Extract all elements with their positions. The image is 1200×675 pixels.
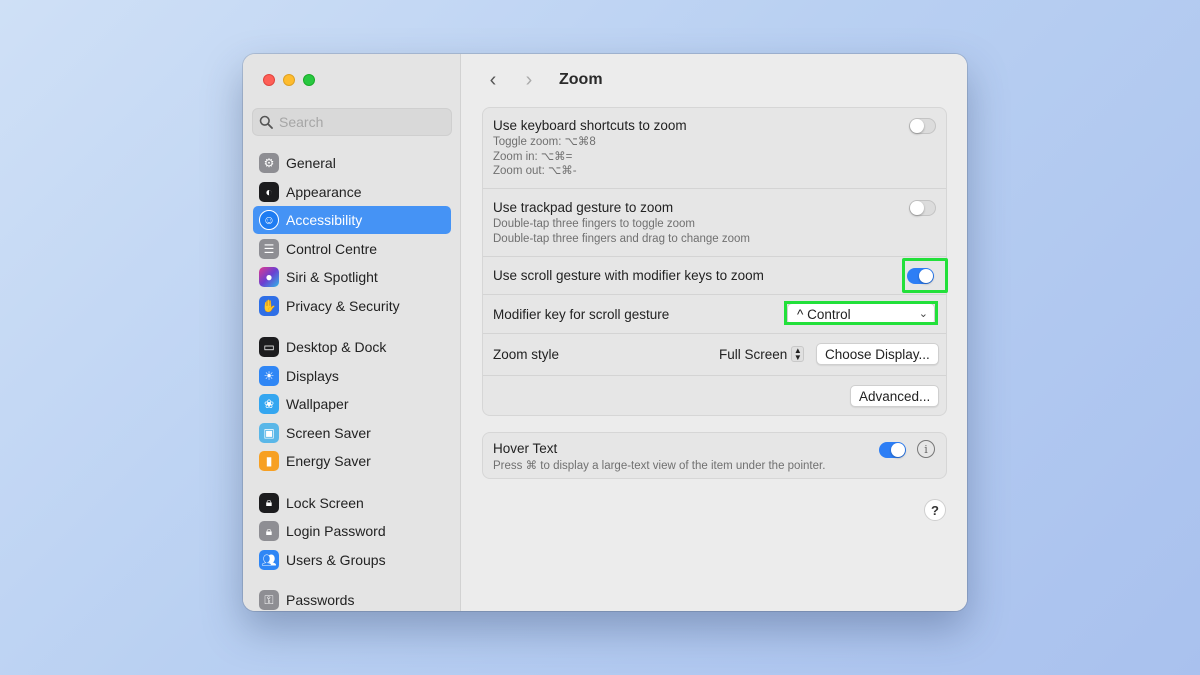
sidebar-item-label: General <box>286 155 336 171</box>
appearance-icon: ◐ <box>259 181 279 202</box>
zoom-in-shortcut: Zoom in: ⌥⌘= <box>493 150 573 163</box>
zoom-settings-card: Use keyboard shortcuts to zoom Toggle zo… <box>482 107 948 416</box>
sidebar-item-label: Wallpaper <box>286 396 349 412</box>
gear-icon: ⚙ <box>259 153 279 173</box>
sidebar-item-passwords[interactable]: ⚿ Passwords <box>253 586 451 611</box>
sidebar-nav: ⚙ General ◐ Appearance ☺ Accessibility ☰… <box>253 149 451 611</box>
advanced-button[interactable]: Advanced... <box>850 385 940 407</box>
hover-text-label: Hover Text <box>493 441 558 456</box>
dock-icon: ▭ <box>259 337 279 357</box>
sidebar-item-privacy-security[interactable]: ✋ Privacy & Security <box>253 292 451 320</box>
toggle-knob <box>910 119 924 133</box>
sidebar-item-desktop-dock[interactable]: ▭ Desktop & Dock <box>253 333 451 361</box>
sidebar-item-wallpaper[interactable]: ❀ Wallpaper <box>253 390 451 418</box>
search-input[interactable] <box>279 114 439 130</box>
window-controls <box>263 74 315 86</box>
wallpaper-icon: ❀ <box>259 394 279 414</box>
close-button[interactable] <box>263 74 275 86</box>
zoom-style-row: Zoom style Full Screen ▲ ▼ Choose Display… <box>483 334 946 376</box>
minimize-button[interactable] <box>283 74 295 86</box>
forward-button[interactable]: › <box>519 69 539 92</box>
sidebar-separator <box>253 320 451 333</box>
scroll-gesture-row: Use scroll gesture with modifier keys to… <box>483 257 948 295</box>
sidebar-item-label: Siri & Spotlight <box>286 269 378 285</box>
sidebar-item-screen-saver[interactable]: ▣ Screen Saver <box>253 419 451 447</box>
scroll-gesture-label: Use scroll gesture with modifier keys to… <box>493 268 764 283</box>
sidebar-item-label: Control Centre <box>286 240 378 257</box>
info-icon[interactable]: i <box>917 440 935 458</box>
page-title: Zoom <box>559 71 603 88</box>
sidebar-item-label: Login Password <box>286 523 386 539</box>
toggle-knob <box>910 201 924 215</box>
sidebar-item-control-centre[interactable]: ☰ Control Centre <box>253 235 451 263</box>
system-settings-window: ⚙ General ◐ Appearance ☺ Accessibility ☰… <box>243 54 967 611</box>
keyboard-shortcuts-label: Use keyboard shortcuts to zoom <box>493 118 687 133</box>
toggle-knob <box>891 443 905 457</box>
toolbar: ‹ › Zoom <box>461 54 967 106</box>
hover-text-card: Hover Text Press ⌘ to display a large-te… <box>482 432 947 479</box>
sidebar-item-label: Passwords <box>286 592 355 608</box>
key-icon: ⚿ <box>259 590 279 610</box>
keyboard-shortcuts-row: Use keyboard shortcuts to zoom Toggle zo… <box>483 108 946 189</box>
zoom-button[interactable] <box>303 74 315 86</box>
search-icon <box>259 115 273 129</box>
sidebar-item-login-password[interactable]: 🔒︎ Login Password <box>253 517 451 545</box>
toggle-zoom-shortcut: Toggle zoom: ⌥⌘8 <box>493 136 596 148</box>
sidebar-item-energy-saver[interactable]: ▮ Energy Saver <box>253 447 451 475</box>
sidebar-item-label: Users & Groups <box>286 551 386 568</box>
main-pane: ‹ › Zoom Use keyboard shortcuts to zoom … <box>461 54 967 611</box>
sidebar-item-label: Lock Screen <box>286 494 364 511</box>
modifier-key-label: Modifier key for scroll gesture <box>493 306 670 322</box>
trackpad-toggle-hint: Double-tap three fingers to toggle zoom <box>493 218 696 230</box>
updown-chevron-icon: ▲ ▼ <box>791 346 805 362</box>
zoom-style-popup[interactable]: Full Screen ▲ ▼ <box>719 346 805 362</box>
modifier-select-highlight <box>784 301 938 325</box>
trackpad-gesture-label: Use trackpad gesture to zoom <box>493 200 674 215</box>
siri-icon: ● <box>259 267 279 287</box>
advanced-row: Advanced... <box>483 376 946 415</box>
zoom-style-value: Full Screen <box>719 346 788 362</box>
choose-display-button[interactable]: Choose Display... <box>816 343 939 365</box>
sidebar-item-label: Energy Saver <box>286 453 371 469</box>
scroll-toggle-highlight <box>902 258 948 293</box>
help-button[interactable]: ? <box>924 499 946 521</box>
sidebar-item-displays[interactable]: ☀ Displays <box>253 362 451 390</box>
hover-text-toggle[interactable] <box>879 442 906 458</box>
keyboard-shortcuts-toggle[interactable] <box>909 118 936 134</box>
sidebar-item-label: Displays <box>286 367 339 384</box>
zoom-out-shortcut: Zoom out: ⌥⌘- <box>493 165 577 177</box>
sidebar-item-siri-spotlight[interactable]: ● Siri & Spotlight <box>253 263 451 291</box>
accessibility-icon: ☺ <box>259 210 279 230</box>
screensaver-icon: ▣ <box>259 422 279 443</box>
sidebar-item-general[interactable]: ⚙ General <box>253 149 451 177</box>
sidebar: ⚙ General ◐ Appearance ☺ Accessibility ☰… <box>243 54 461 611</box>
sidebar-item-label: Screen Saver <box>286 424 371 441</box>
battery-icon: ▮ <box>259 451 279 471</box>
sidebar-separator <box>253 476 451 489</box>
sidebar-item-label: Appearance <box>286 183 362 200</box>
sidebar-item-users-groups[interactable]: 👥︎ Users & Groups <box>253 546 451 574</box>
lock-icon: 🔒︎ <box>259 492 279 513</box>
hand-icon: ✋ <box>259 295 279 316</box>
hover-text-description: Press ⌘ to display a large-text view of … <box>493 460 826 472</box>
users-icon: 👥︎ <box>259 549 279 570</box>
control-centre-icon: ☰ <box>259 238 279 259</box>
displays-icon: ☀ <box>259 365 279 386</box>
trackpad-gesture-toggle[interactable] <box>909 200 936 216</box>
padlock-icon: 🔒︎ <box>259 521 279 541</box>
sidebar-item-label: Accessibility <box>286 212 363 228</box>
modifier-key-row: Modifier key for scroll gesture ^ Contro… <box>483 295 946 334</box>
trackpad-drag-hint: Double-tap three fingers and drag to cha… <box>493 232 750 245</box>
sidebar-item-accessibility[interactable]: ☺ Accessibility <box>253 206 451 234</box>
sidebar-item-lock-screen[interactable]: 🔒︎ Lock Screen <box>253 489 451 517</box>
zoom-style-label: Zoom style <box>493 347 560 362</box>
sidebar-item-label: Privacy & Security <box>286 297 400 314</box>
hover-text-content: Hover Text Press ⌘ to display a large-te… <box>493 441 825 474</box>
sidebar-item-label: Desktop & Dock <box>286 339 387 355</box>
search-field[interactable] <box>252 108 452 136</box>
sidebar-item-appearance[interactable]: ◐ Appearance <box>253 178 451 206</box>
back-button[interactable]: ‹ <box>483 69 503 92</box>
trackpad-gesture-row: Use trackpad gesture to zoom Double-tap … <box>483 189 946 257</box>
